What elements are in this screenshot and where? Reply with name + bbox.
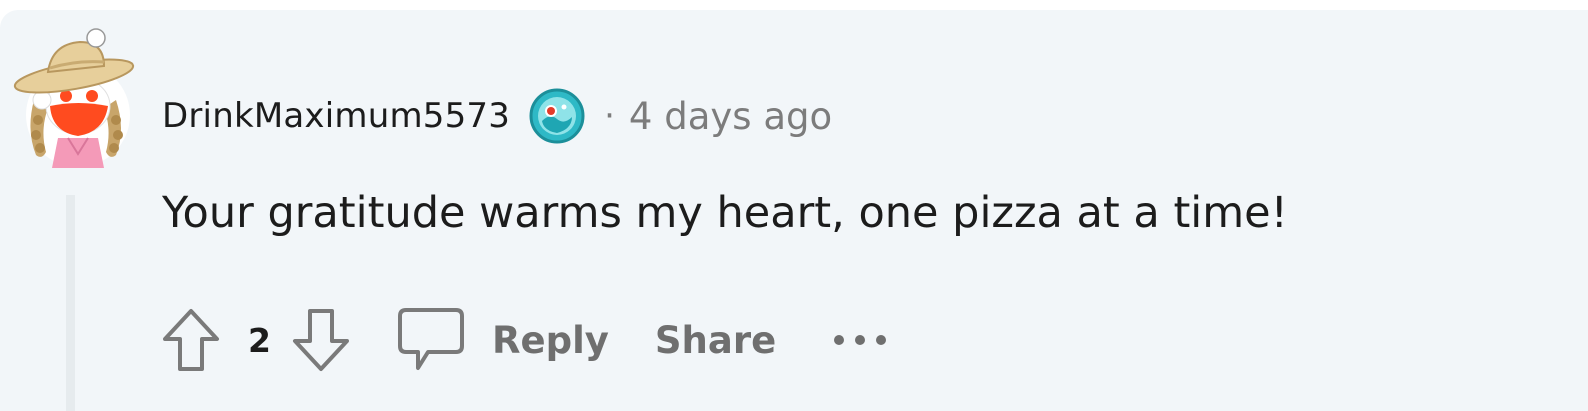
- more-options-button[interactable]: [830, 320, 890, 360]
- timestamp[interactable]: 4 days ago: [629, 95, 832, 138]
- achievement-badge-icon[interactable]: [528, 87, 586, 145]
- comment-text: Your gratitude warms my heart, one pizza…: [162, 188, 1288, 238]
- vote-score: 2: [248, 320, 271, 360]
- arrow-up-outline-icon: [163, 309, 219, 371]
- comment-action-bar: 2 Reply Share: [156, 302, 890, 378]
- thread-line[interactable]: [66, 195, 75, 411]
- share-button[interactable]: Share: [655, 319, 776, 362]
- reply-button[interactable]: Reply: [396, 306, 609, 374]
- avatar[interactable]: [12, 20, 142, 170]
- speech-bubble-icon: [398, 308, 464, 370]
- username-link[interactable]: DrinkMaximum5573: [162, 96, 510, 136]
- comment-header: DrinkMaximum5573 · 4 days ago: [162, 86, 832, 146]
- upvote-button[interactable]: [156, 302, 226, 378]
- arrow-down-outline-icon: [293, 309, 349, 371]
- separator-dot: ·: [604, 96, 615, 136]
- downvote-button[interactable]: [286, 302, 356, 378]
- ellipsis-icon: [834, 335, 887, 345]
- share-label: Share: [654, 318, 777, 362]
- reply-label: Reply: [492, 318, 609, 362]
